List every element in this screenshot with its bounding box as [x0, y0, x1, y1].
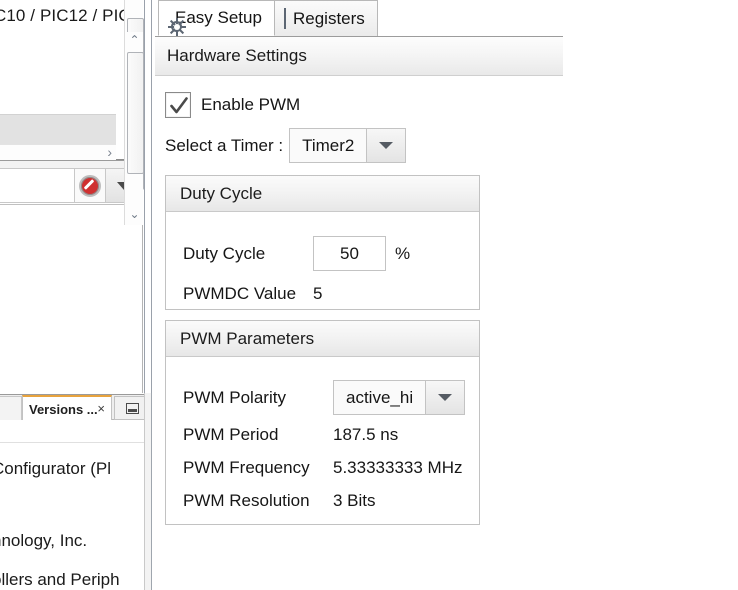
- output-line: ollers and Periph: [0, 570, 120, 590]
- pwmdc-value: 5: [313, 284, 322, 304]
- output-line: Configurator (Pl: [0, 459, 111, 479]
- pwm-frequency-row: PWM Frequency 5.33333333 MHz: [183, 458, 462, 478]
- tab-previous[interactable]: [0, 396, 22, 421]
- duty-cycle-group-title: Duty Cycle: [180, 184, 262, 204]
- resource-text-field[interactable]: [0, 168, 75, 203]
- hardware-settings-label: Hardware Settings: [167, 46, 307, 66]
- duty-cycle-group: Duty Cycle Duty Cycle 50 % PWMDC Value 5: [165, 175, 480, 310]
- enable-pwm-row[interactable]: Enable PWM: [165, 92, 300, 118]
- registers-icon: [284, 9, 286, 29]
- scroll-up-icon[interactable]: ⌃: [125, 32, 144, 49]
- pwm-polarity-value[interactable]: active_hi: [333, 380, 425, 415]
- select-timer-row: Select a Timer : Timer2: [165, 128, 406, 163]
- tab-versions-label: Versions ...: [29, 402, 98, 417]
- duty-cycle-unit: %: [395, 244, 410, 264]
- duty-cycle-group-header: Duty Cycle: [166, 176, 479, 212]
- pwm-resolution-label: PWM Resolution: [183, 491, 333, 511]
- output-line: hnology, Inc.: [0, 531, 87, 551]
- scroll-down-icon[interactable]: ⌄: [125, 206, 144, 223]
- pwm-resolution-value: 3 Bits: [333, 491, 376, 511]
- chevron-down-icon: [438, 394, 452, 401]
- pwm-parameters-group-header: PWM Parameters: [166, 321, 479, 357]
- tab-registers-label: Registers: [293, 9, 365, 29]
- select-timer-label: Select a Timer :: [165, 136, 283, 156]
- pwm-frequency-label: PWM Frequency: [183, 458, 333, 478]
- tab-versions[interactable]: Versions ... ×: [22, 395, 112, 421]
- minimize-icon: [126, 403, 139, 414]
- pwm-period-label: PWM Period: [183, 425, 333, 445]
- select-timer-combobox[interactable]: Timer2: [289, 128, 406, 163]
- select-timer-dropdown-button[interactable]: [366, 128, 406, 163]
- duty-cycle-field-row: Duty Cycle 50 %: [183, 236, 410, 271]
- scroll-right-icon[interactable]: ›: [107, 144, 112, 160]
- pwmdc-value-label: PWMDC Value: [183, 284, 313, 304]
- output-divider: [0, 442, 146, 443]
- tab-registers[interactable]: Registers: [274, 0, 378, 36]
- no-entry-icon: [79, 175, 101, 197]
- device-list-text: C10 / PIC12 / PIC: [0, 6, 131, 26]
- panel-tabs: Easy Setup Registers: [153, 0, 563, 37]
- resource-toolbar: [0, 168, 139, 205]
- left-dock-region: C10 / PIC12 / PIC › ⌄ ⌃: [0, 0, 152, 590]
- versions-output-vertical-scrollbar[interactable]: ⌃: [124, 32, 143, 190]
- pwmdc-value-row: PWMDC Value 5: [183, 284, 322, 304]
- enable-pwm-checkbox[interactable]: [165, 92, 191, 118]
- scrollbar-thumb[interactable]: [127, 52, 144, 174]
- chevron-down-icon: [379, 142, 393, 149]
- dock-edge-rail-upper: [144, 0, 152, 393]
- pwm-parameters-group-title: PWM Parameters: [180, 329, 314, 349]
- pwm-frequency-value: 5.33333333 MHz: [333, 458, 462, 478]
- device-list-horizontal-scrollbar[interactable]: ›: [0, 144, 116, 161]
- pwm-easy-setup-panel: Easy Setup Registers Hardware Settings E…: [153, 0, 563, 590]
- pwm-polarity-row: PWM Polarity active_hi: [183, 380, 465, 415]
- pwm-period-row: PWM Period 187.5 ns: [183, 425, 398, 445]
- output-tabstrip: Versions ... ×: [0, 394, 152, 420]
- application-window: C10 / PIC12 / PIC › ⌄ ⌃: [0, 0, 738, 590]
- device-list-panel: C10 / PIC12 / PIC ›: [0, 0, 143, 160]
- duty-cycle-label: Duty Cycle: [183, 244, 313, 264]
- close-icon[interactable]: ×: [97, 400, 105, 418]
- duty-cycle-input[interactable]: 50: [313, 236, 386, 271]
- tab-easy-setup-label: Easy Setup: [175, 8, 262, 28]
- pwm-polarity-dropdown-button[interactable]: [425, 380, 465, 415]
- pwm-polarity-combobox[interactable]: active_hi: [333, 380, 465, 415]
- pwm-period-value: 187.5 ns: [333, 425, 398, 445]
- pwm-polarity-label: PWM Polarity: [183, 388, 333, 408]
- tab-easy-setup[interactable]: Easy Setup: [158, 0, 275, 36]
- pwm-parameters-group: PWM Parameters PWM Polarity active_hi PW…: [165, 320, 480, 525]
- no-entry-button[interactable]: [74, 168, 106, 203]
- versions-output-panel: Configurator (Pl hnology, Inc. ollers an…: [0, 420, 152, 590]
- enable-pwm-label: Enable PWM: [201, 95, 300, 115]
- select-timer-value[interactable]: Timer2: [289, 128, 366, 163]
- pwm-resolution-row: PWM Resolution 3 Bits: [183, 491, 376, 511]
- hardware-settings-header: Hardware Settings: [155, 36, 563, 76]
- device-list-selected-row[interactable]: [0, 114, 116, 145]
- resource-panel: [0, 168, 143, 393]
- check-icon: [169, 96, 189, 116]
